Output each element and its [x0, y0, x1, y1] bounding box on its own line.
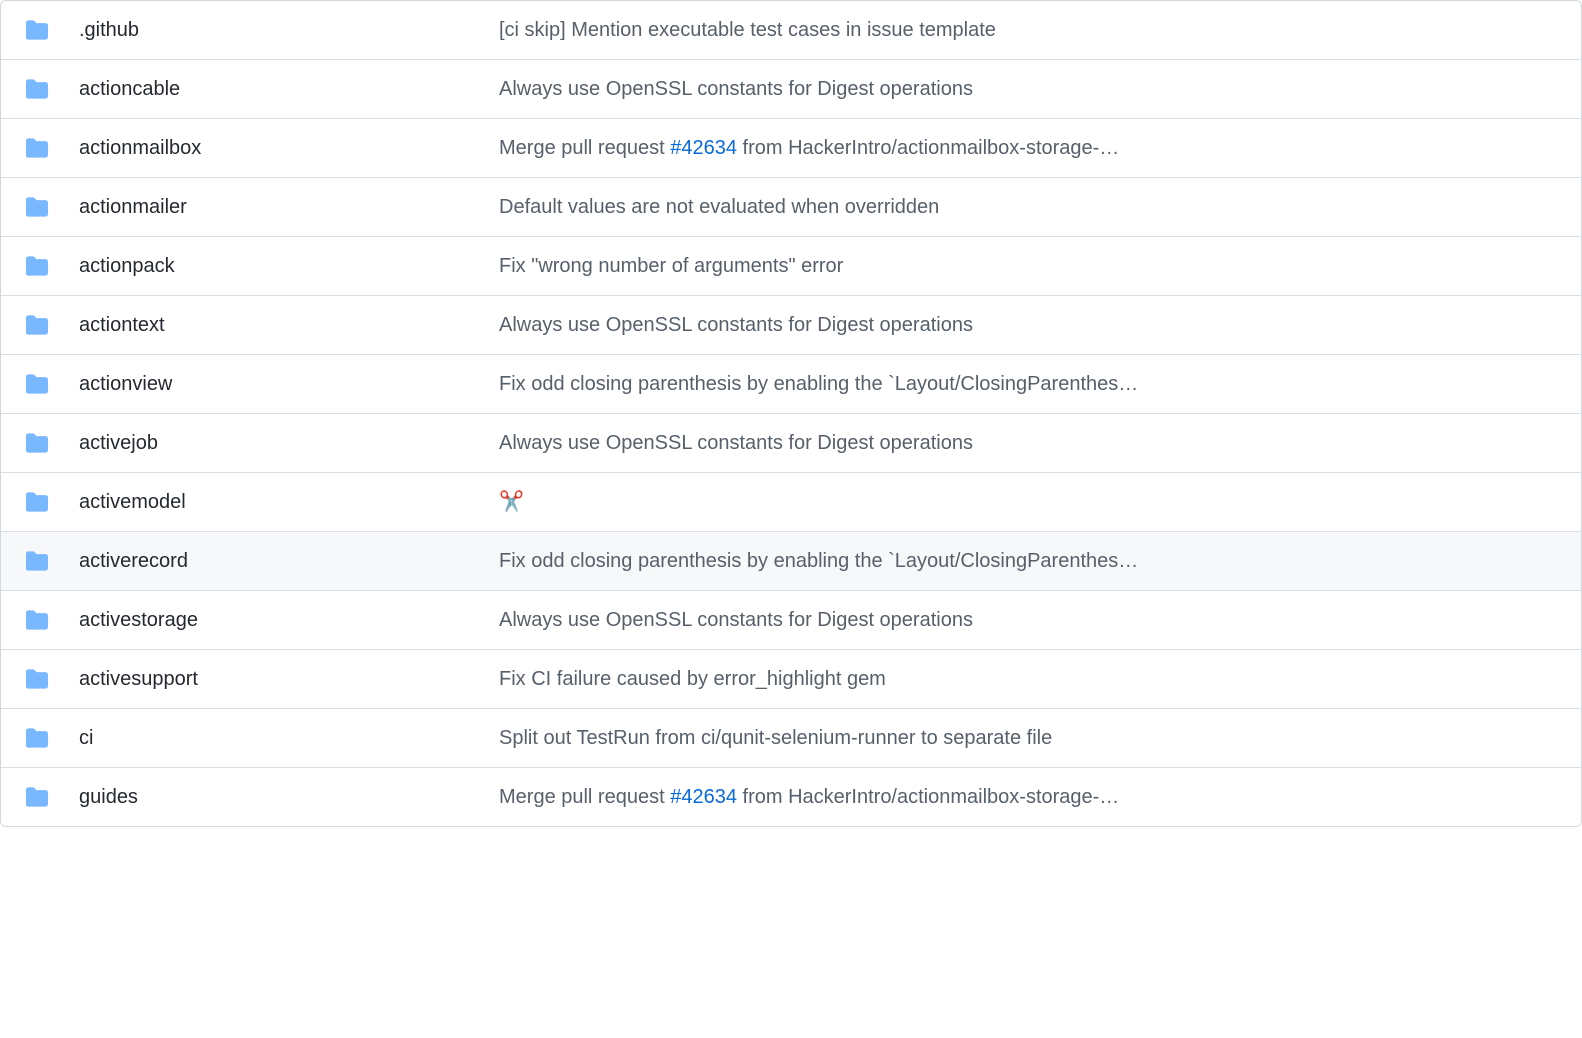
- commit-message[interactable]: Fix "wrong number of arguments" error: [499, 251, 1557, 281]
- commit-message[interactable]: Merge pull request #42634 from HackerInt…: [499, 133, 1557, 163]
- commit-message[interactable]: Merge pull request #42634 from HackerInt…: [499, 782, 1557, 812]
- folder-icon: [25, 373, 49, 395]
- file-name[interactable]: activejob: [79, 428, 499, 458]
- folder-icon-wrap: [25, 432, 55, 454]
- folder-icon: [25, 19, 49, 41]
- file-name[interactable]: actiontext: [79, 310, 499, 340]
- folder-icon: [25, 491, 49, 513]
- folder-icon: [25, 137, 49, 159]
- commit-message[interactable]: Always use OpenSSL constants for Digest …: [499, 605, 1557, 635]
- commit-text-prefix: Fix odd closing parenthesis by enabling …: [499, 373, 1138, 395]
- folder-icon-wrap: [25, 491, 55, 513]
- commit-message[interactable]: Fix odd closing parenthesis by enabling …: [499, 546, 1557, 576]
- file-row[interactable]: actionpackFix "wrong number of arguments…: [1, 237, 1581, 296]
- commit-message[interactable]: Fix CI failure caused by error_highlight…: [499, 664, 1557, 694]
- file-name[interactable]: activemodel: [79, 487, 499, 517]
- file-row[interactable]: activejobAlways use OpenSSL constants fo…: [1, 414, 1581, 473]
- commit-text-prefix: ✂️: [499, 491, 524, 513]
- commit-message[interactable]: ✂️: [499, 487, 1557, 517]
- commit-text-prefix: Merge pull request: [499, 786, 670, 808]
- folder-icon-wrap: [25, 314, 55, 336]
- commit-text-prefix: Default values are not evaluated when ov…: [499, 196, 939, 218]
- commit-message[interactable]: [ci skip] Mention executable test cases …: [499, 15, 1557, 45]
- folder-icon-wrap: [25, 727, 55, 749]
- file-name[interactable]: activestorage: [79, 605, 499, 635]
- commit-message[interactable]: Default values are not evaluated when ov…: [499, 192, 1557, 222]
- file-row[interactable]: actionviewFix odd closing parenthesis by…: [1, 355, 1581, 414]
- folder-icon-wrap: [25, 255, 55, 277]
- file-row[interactable]: activemodel✂️: [1, 473, 1581, 532]
- file-name[interactable]: actioncable: [79, 74, 499, 104]
- file-name[interactable]: ci: [79, 723, 499, 753]
- commit-text-prefix: Always use OpenSSL constants for Digest …: [499, 432, 973, 454]
- commit-text-suffix: from HackerIntro/actionmailbox-storage-…: [737, 786, 1119, 808]
- commit-text-prefix: Fix odd closing parenthesis by enabling …: [499, 550, 1138, 572]
- commit-message[interactable]: Fix odd closing parenthesis by enabling …: [499, 369, 1557, 399]
- file-row[interactable]: activerecordFix odd closing parenthesis …: [1, 532, 1581, 591]
- commit-message[interactable]: Always use OpenSSL constants for Digest …: [499, 310, 1557, 340]
- folder-icon: [25, 432, 49, 454]
- file-row[interactable]: ciSplit out TestRun from ci/qunit-seleni…: [1, 709, 1581, 768]
- folder-icon: [25, 668, 49, 690]
- file-list: .github[ci skip] Mention executable test…: [0, 0, 1582, 827]
- folder-icon: [25, 255, 49, 277]
- file-row[interactable]: actioncableAlways use OpenSSL constants …: [1, 60, 1581, 119]
- commit-text-prefix: [ci skip] Mention executable test cases …: [499, 19, 996, 41]
- folder-icon-wrap: [25, 550, 55, 572]
- commit-text-prefix: Always use OpenSSL constants for Digest …: [499, 78, 973, 100]
- commit-text-prefix: Always use OpenSSL constants for Digest …: [499, 314, 973, 336]
- file-row[interactable]: actionmailboxMerge pull request #42634 f…: [1, 119, 1581, 178]
- file-name[interactable]: actionview: [79, 369, 499, 399]
- file-name[interactable]: actionmailbox: [79, 133, 499, 163]
- folder-icon-wrap: [25, 19, 55, 41]
- commit-text-prefix: Merge pull request: [499, 137, 670, 159]
- pr-link[interactable]: #42634: [670, 786, 737, 808]
- commit-message[interactable]: Split out TestRun from ci/qunit-selenium…: [499, 723, 1557, 753]
- folder-icon-wrap: [25, 786, 55, 808]
- commit-text-prefix: Split out TestRun from ci/qunit-selenium…: [499, 727, 1052, 749]
- file-row[interactable]: guidesMerge pull request #42634 from Hac…: [1, 768, 1581, 826]
- commit-text-prefix: Fix "wrong number of arguments" error: [499, 255, 843, 277]
- file-name[interactable]: activesupport: [79, 664, 499, 694]
- folder-icon-wrap: [25, 668, 55, 690]
- folder-icon-wrap: [25, 196, 55, 218]
- folder-icon: [25, 609, 49, 631]
- folder-icon: [25, 196, 49, 218]
- commit-text-prefix: Always use OpenSSL constants for Digest …: [499, 609, 973, 631]
- file-name[interactable]: actionmailer: [79, 192, 499, 222]
- folder-icon-wrap: [25, 373, 55, 395]
- commit-text-suffix: from HackerIntro/actionmailbox-storage-…: [737, 137, 1119, 159]
- file-row[interactable]: actiontextAlways use OpenSSL constants f…: [1, 296, 1581, 355]
- folder-icon: [25, 786, 49, 808]
- file-row[interactable]: activestorageAlways use OpenSSL constant…: [1, 591, 1581, 650]
- folder-icon: [25, 727, 49, 749]
- folder-icon: [25, 78, 49, 100]
- commit-message[interactable]: Always use OpenSSL constants for Digest …: [499, 74, 1557, 104]
- commit-text-prefix: Fix CI failure caused by error_highlight…: [499, 668, 886, 690]
- folder-icon-wrap: [25, 609, 55, 631]
- file-row[interactable]: .github[ci skip] Mention executable test…: [1, 1, 1581, 60]
- file-name[interactable]: actionpack: [79, 251, 499, 281]
- folder-icon: [25, 550, 49, 572]
- folder-icon-wrap: [25, 137, 55, 159]
- commit-message[interactable]: Always use OpenSSL constants for Digest …: [499, 428, 1557, 458]
- folder-icon-wrap: [25, 78, 55, 100]
- pr-link[interactable]: #42634: [670, 137, 737, 159]
- file-row[interactable]: actionmailerDefault values are not evalu…: [1, 178, 1581, 237]
- file-row[interactable]: activesupportFix CI failure caused by er…: [1, 650, 1581, 709]
- folder-icon: [25, 314, 49, 336]
- file-name[interactable]: .github: [79, 15, 499, 45]
- file-name[interactable]: activerecord: [79, 546, 499, 576]
- file-name[interactable]: guides: [79, 782, 499, 812]
